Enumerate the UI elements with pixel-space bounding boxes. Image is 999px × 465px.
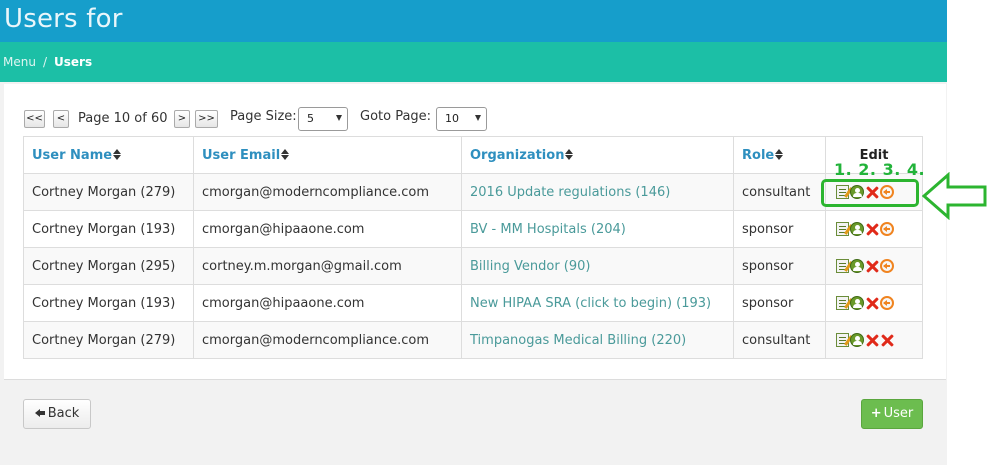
back-button[interactable]: Back bbox=[23, 399, 91, 429]
undo-icon[interactable] bbox=[880, 222, 894, 236]
row-actions bbox=[825, 247, 923, 285]
page-title: Users for bbox=[4, 4, 123, 34]
user-name-cell: Cortney Morgan (279) bbox=[23, 173, 194, 211]
delete-icon[interactable] bbox=[865, 222, 879, 236]
goto-page-label: Goto Page: bbox=[360, 109, 432, 124]
column-label: User Email bbox=[202, 147, 281, 163]
breadcrumb-separator: / bbox=[42, 55, 47, 69]
next-page-button[interactable]: > bbox=[174, 110, 190, 128]
table-header-row: User Name User Email Organization Role E… bbox=[23, 136, 923, 174]
role-cell: sponsor bbox=[733, 210, 826, 248]
table-row: Cortney Morgan (193) cmorgan@hipaaone.co… bbox=[23, 284, 923, 322]
edit-icon[interactable] bbox=[836, 222, 849, 236]
delete-icon[interactable] bbox=[865, 333, 879, 347]
table-row: Cortney Morgan (279) cmorgan@moderncompl… bbox=[23, 173, 923, 211]
sort-icon bbox=[281, 148, 290, 160]
annotation-highlight-box bbox=[821, 179, 919, 207]
column-header-user-email[interactable]: User Email bbox=[193, 136, 462, 174]
page-size-select[interactable]: 5 bbox=[298, 107, 348, 131]
column-label: User Name bbox=[32, 147, 113, 163]
role-cell: consultant bbox=[733, 321, 826, 359]
edit-icon[interactable] bbox=[836, 333, 849, 347]
delete-icon[interactable] bbox=[865, 259, 879, 273]
title-bar: Users for bbox=[0, 0, 947, 42]
page-size-value: 5 bbox=[307, 112, 314, 125]
role-cell: sponsor bbox=[733, 284, 826, 322]
column-header-role[interactable]: Role bbox=[733, 136, 826, 174]
organization-link[interactable]: New HIPAA SRA (click to begin) (193) bbox=[461, 284, 734, 322]
breadcrumb-bar: Menu / Users bbox=[0, 42, 947, 82]
table-row: Cortney Morgan (295) cortney.m.morgan@gm… bbox=[23, 247, 923, 285]
sort-icon bbox=[113, 148, 122, 160]
annotation-arrow-icon bbox=[922, 172, 987, 220]
edit-icon[interactable] bbox=[836, 296, 849, 310]
user-name-cell: Cortney Morgan (193) bbox=[23, 210, 194, 248]
page-size-label: Page Size: bbox=[230, 109, 297, 124]
annotation-step-numbers: 1. 2. 3. 4. bbox=[834, 160, 926, 179]
column-header-user-name[interactable]: User Name bbox=[23, 136, 194, 174]
users-table: User Name User Email Organization Role E… bbox=[23, 136, 923, 359]
user-icon[interactable] bbox=[850, 333, 864, 347]
breadcrumb: Menu / Users bbox=[3, 55, 92, 69]
user-icon[interactable] bbox=[850, 259, 864, 273]
goto-page-value: 10 bbox=[445, 112, 459, 125]
user-email-cell: cmorgan@moderncompliance.com bbox=[193, 173, 462, 211]
row-actions bbox=[825, 210, 923, 248]
chevron-down-icon bbox=[336, 115, 342, 121]
first-page-button[interactable]: << bbox=[24, 110, 45, 128]
plus-icon: + bbox=[870, 406, 882, 421]
organization-link[interactable]: 2016 Update regulations (146) bbox=[461, 173, 734, 211]
add-user-button-label: User bbox=[883, 406, 914, 421]
delete-icon[interactable] bbox=[880, 333, 894, 347]
arrow-left-icon bbox=[34, 408, 45, 418]
breadcrumb-users: Users bbox=[54, 55, 93, 69]
user-icon[interactable] bbox=[850, 296, 864, 310]
edit-icon[interactable] bbox=[836, 259, 849, 273]
user-name-cell: Cortney Morgan (295) bbox=[23, 247, 194, 285]
column-label: Organization bbox=[470, 147, 565, 163]
back-button-label: Back bbox=[47, 406, 80, 421]
user-email-cell: cmorgan@hipaaone.com bbox=[193, 284, 462, 322]
organization-link[interactable]: BV - MM Hospitals (204) bbox=[461, 210, 734, 248]
column-header-organization[interactable]: Organization bbox=[461, 136, 734, 174]
row-actions bbox=[825, 321, 923, 359]
user-name-cell: Cortney Morgan (193) bbox=[23, 284, 194, 322]
role-cell: sponsor bbox=[733, 247, 826, 285]
column-label: Role bbox=[742, 147, 775, 163]
user-email-cell: cortney.m.morgan@gmail.com bbox=[193, 247, 462, 285]
role-cell: consultant bbox=[733, 173, 826, 211]
sort-icon bbox=[565, 148, 574, 160]
user-icon[interactable] bbox=[850, 222, 864, 236]
breadcrumb-menu-link[interactable]: Menu bbox=[3, 55, 36, 69]
delete-icon[interactable] bbox=[865, 296, 879, 310]
table-row: Cortney Morgan (193) cmorgan@hipaaone.co… bbox=[23, 210, 923, 248]
add-user-button[interactable]: + User bbox=[861, 399, 923, 429]
organization-link[interactable]: Billing Vendor (90) bbox=[461, 247, 734, 285]
chevron-down-icon bbox=[475, 115, 481, 121]
last-page-button[interactable]: >> bbox=[195, 110, 218, 128]
user-email-cell: cmorgan@moderncompliance.com bbox=[193, 321, 462, 359]
table-row: Cortney Morgan (279) cmorgan@moderncompl… bbox=[23, 321, 923, 359]
prev-page-button[interactable]: < bbox=[53, 110, 69, 128]
undo-icon[interactable] bbox=[880, 259, 894, 273]
goto-page-select[interactable]: 10 bbox=[436, 107, 487, 131]
undo-icon[interactable] bbox=[880, 296, 894, 310]
organization-link[interactable]: Timpanogas Medical Billing (220) bbox=[461, 321, 734, 359]
row-actions bbox=[825, 284, 923, 322]
user-email-cell: cmorgan@hipaaone.com bbox=[193, 210, 462, 248]
sort-icon bbox=[775, 148, 784, 160]
page-indicator: Page 10 of 60 bbox=[78, 111, 168, 126]
user-name-cell: Cortney Morgan (279) bbox=[23, 321, 194, 359]
